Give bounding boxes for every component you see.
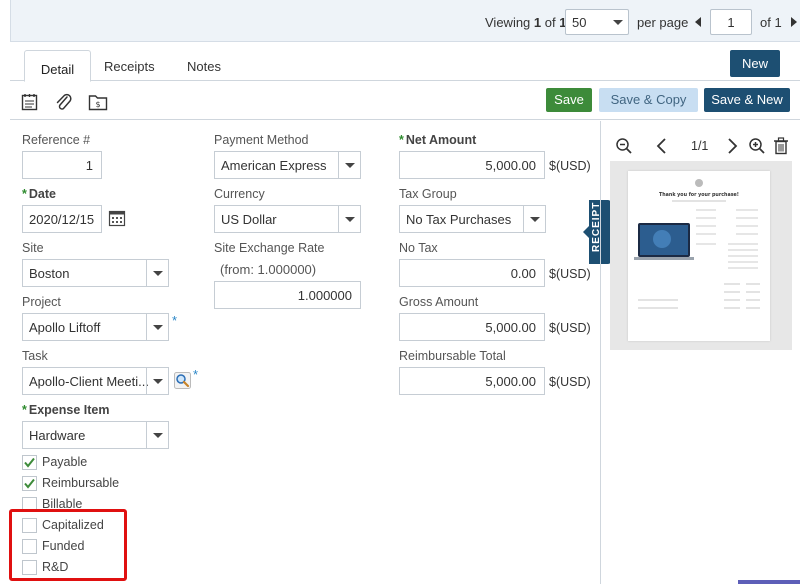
per-page-value: 50 (572, 15, 587, 30)
task-select[interactable]: Apollo-Client Meeti... (22, 367, 169, 395)
net-amount-input[interactable]: 5,000.00 (399, 151, 545, 179)
checkbox-payable-box[interactable] (22, 455, 37, 470)
calendar-icon[interactable] (108, 209, 126, 227)
receipt-controls: 1/1 (601, 135, 800, 157)
chevron-down-icon (613, 20, 623, 25)
tab-detail[interactable]: Detail (24, 50, 91, 82)
tax-group-value: No Tax Purchases (406, 212, 512, 227)
chevron-down-icon (338, 152, 360, 178)
payment-method-select[interactable]: American Express (214, 151, 361, 179)
currency-value: US Dollar (221, 212, 277, 227)
chevron-down-icon (146, 422, 168, 448)
save-new-button[interactable]: Save & New (704, 88, 790, 112)
previous-page-icon[interactable] (695, 17, 701, 27)
save-button[interactable]: Save (546, 88, 592, 112)
currency-suffix: $(USD) (549, 375, 591, 389)
notes-icon[interactable] (20, 93, 40, 111)
page-number-input[interactable]: 1 (710, 9, 752, 35)
currency-suffix: $(USD) (549, 321, 591, 335)
required-star: * (193, 367, 199, 382)
reimbursable-total-input[interactable]: 5,000.00 (399, 367, 545, 395)
chevron-down-icon (338, 206, 360, 232)
highlight-box (9, 509, 127, 581)
pager-bar: Viewing 1 of 1 50 per page 1 of 1 (10, 0, 800, 42)
receipt-image: Thank you for your purchase! (628, 171, 770, 341)
receipt-folder-icon[interactable]: $ (88, 93, 108, 111)
search-icon[interactable] (174, 372, 191, 389)
tab-bar: Detail Receipts Notes (10, 43, 800, 82)
receipt-thumbnail[interactable]: Thank you for your purchase! (610, 161, 792, 350)
currency-select[interactable]: US Dollar (214, 205, 361, 233)
date-input[interactable]: 2020/12/15 (22, 205, 102, 233)
per-page-label: per page (637, 15, 689, 30)
project-label: Project (22, 295, 61, 309)
site-exchange-rate-label: Site Exchange Rate (214, 241, 325, 255)
viewing-indicator: Viewing 1 of 1 (485, 15, 566, 30)
site-select[interactable]: Boston (22, 259, 169, 287)
checkmark-icon (24, 457, 35, 468)
site-value: Boston (29, 266, 70, 281)
paperclip-icon[interactable] (54, 93, 74, 111)
svg-text:$: $ (95, 100, 100, 109)
expense-item-select[interactable]: Hardware (22, 421, 169, 449)
viewing-prefix: Viewing (485, 15, 534, 30)
reference-label: Reference # (22, 133, 91, 147)
chevron-down-icon (523, 206, 545, 232)
chevron-left-icon[interactable] (655, 137, 669, 155)
new-button[interactable]: New (730, 50, 780, 77)
trash-icon[interactable] (773, 137, 789, 155)
tab-notes[interactable]: Notes (187, 59, 221, 74)
gross-amount-label: Gross Amount (399, 295, 479, 309)
currency-label: Currency (214, 187, 265, 201)
expense-item-label: Expense Item (22, 403, 110, 417)
checkbox-reimbursable-box[interactable] (22, 476, 37, 491)
project-value: Apollo Liftoff (29, 320, 101, 335)
save-copy-button[interactable]: Save & Copy (599, 88, 698, 112)
gross-amount-input[interactable]: 5,000.00 (399, 313, 545, 341)
payment-method-label: Payment Method (214, 133, 309, 147)
page-count-label: of 1 (760, 15, 782, 30)
task-value: Apollo-Client Meeti... (29, 374, 149, 389)
zoom-out-icon[interactable] (615, 137, 633, 155)
required-star: * (172, 313, 178, 328)
no-tax-input[interactable]: 0.00 (399, 259, 545, 287)
exchange-rate-note: (from: 1.000000) (220, 262, 317, 277)
tax-group-select[interactable]: No Tax Purchases (399, 205, 546, 233)
site-exchange-rate-input[interactable]: 1.000000 (214, 281, 361, 309)
tax-group-label: Tax Group (399, 187, 457, 201)
receipt-preview-pane: 1/1 Thank you for your purchase! (600, 121, 800, 584)
task-label: Task (22, 349, 48, 363)
toolbar: $ Save Save & Copy Save & New (10, 82, 800, 120)
currency-suffix: $(USD) (549, 267, 591, 281)
next-page-icon[interactable] (791, 17, 797, 27)
reference-input[interactable]: 1 (22, 151, 102, 179)
checkbox-label: Reimbursable (42, 476, 120, 490)
tab-receipts[interactable]: Receipts (104, 59, 155, 74)
project-select[interactable]: Apollo Liftoff (22, 313, 169, 341)
date-label: Date (22, 187, 56, 201)
receipt-page-indicator: 1/1 (691, 139, 709, 153)
zoom-in-icon[interactable] (748, 137, 766, 155)
checkbox-label: Payable (42, 455, 88, 469)
chevron-down-icon (146, 314, 168, 340)
currency-suffix: $(USD) (549, 159, 591, 173)
per-page-select[interactable]: 50 (565, 9, 629, 35)
chevron-down-icon (146, 368, 168, 394)
checkmark-icon (24, 478, 35, 489)
net-amount-label: Net Amount (399, 133, 476, 147)
reimbursable-total-label: Reimbursable Total (399, 349, 506, 363)
svg-text:Thank you for your purchase!: Thank you for your purchase! (659, 192, 739, 198)
receipt-image-content: Thank you for your purchase! (634, 179, 760, 309)
footer-accent (738, 580, 800, 584)
no-tax-label: No Tax (399, 241, 438, 255)
chevron-down-icon (146, 260, 168, 286)
chevron-right-icon[interactable] (725, 137, 739, 155)
payment-method-value: American Express (221, 158, 327, 173)
expense-item-value: Hardware (29, 428, 86, 443)
viewing-of: of (541, 15, 560, 30)
site-label: Site (22, 241, 44, 255)
